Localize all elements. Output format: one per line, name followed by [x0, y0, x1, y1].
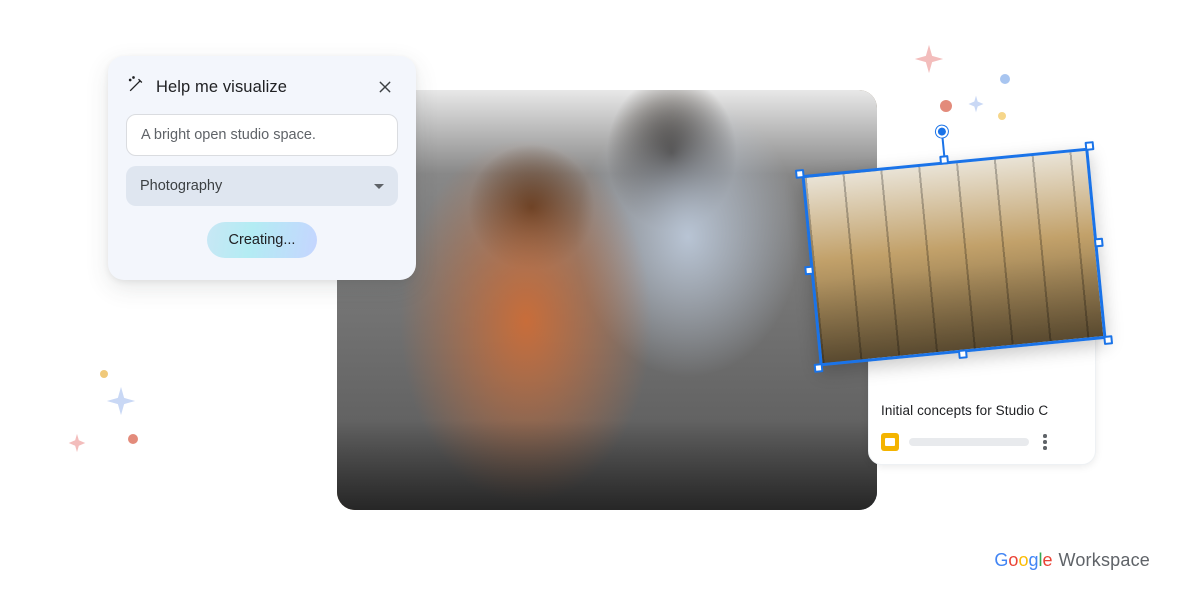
generated-image[interactable] — [801, 148, 1106, 367]
resize-handle[interactable] — [1094, 238, 1104, 248]
resize-handle[interactable] — [958, 349, 968, 359]
magic-wand-icon — [126, 75, 146, 100]
sparkle-icon — [912, 42, 946, 76]
resize-handle[interactable] — [804, 266, 814, 276]
rotate-handle[interactable] — [935, 125, 948, 138]
sparkle-icon — [104, 384, 138, 418]
prompt-input[interactable] — [126, 114, 398, 156]
create-button[interactable]: Creating... — [207, 222, 318, 258]
google-slides-icon — [881, 433, 899, 451]
panel-title: Help me visualize — [156, 78, 362, 97]
resize-handle[interactable] — [1085, 141, 1095, 151]
resize-handle[interactable] — [1103, 335, 1113, 345]
decorative-dot — [998, 112, 1006, 120]
resize-handle[interactable] — [795, 169, 805, 179]
sparkle-icon — [966, 94, 986, 114]
decorative-dot — [128, 434, 138, 444]
presentation-title: Initial concepts for Studio C — [881, 403, 1083, 418]
more-options-button[interactable] — [1039, 430, 1051, 454]
resize-handle[interactable] — [814, 363, 824, 373]
style-dropdown[interactable]: Photography — [126, 166, 398, 206]
style-selected-label: Photography — [140, 178, 222, 194]
metadata-placeholder — [909, 438, 1029, 446]
chevron-down-icon — [374, 184, 384, 189]
hero-photo — [337, 90, 877, 510]
google-workspace-logo: Google Workspace — [994, 550, 1150, 571]
resize-handle[interactable] — [939, 155, 949, 165]
decorative-dot — [1000, 74, 1010, 84]
close-button[interactable] — [372, 74, 398, 100]
help-me-visualize-panel: Help me visualize Photography Creating..… — [108, 56, 416, 280]
decorative-dot — [100, 370, 108, 378]
decorative-dot — [940, 100, 952, 112]
sparkle-icon — [66, 432, 88, 454]
generated-image-selection[interactable] — [801, 148, 1106, 367]
